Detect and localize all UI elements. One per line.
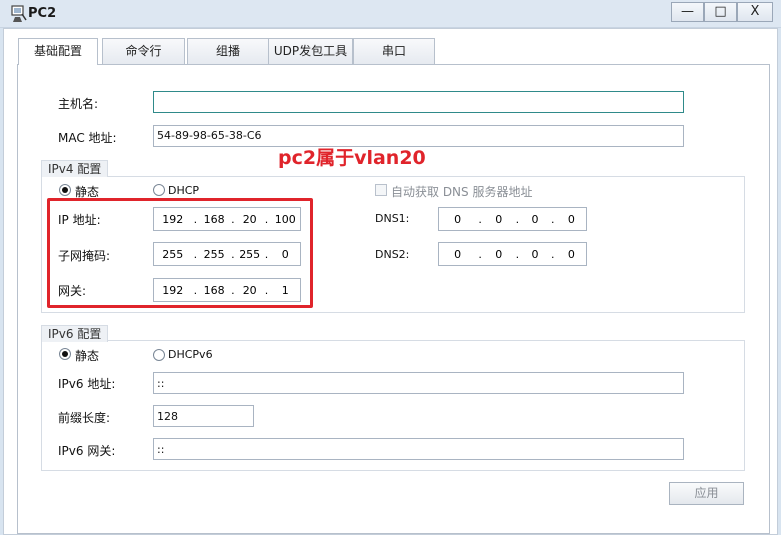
ipv6-static-label: 静态 bbox=[75, 349, 100, 363]
ipv6-gateway-label: IPv6 网关: bbox=[58, 444, 116, 458]
maximize-button[interactable]: □ bbox=[704, 2, 737, 22]
tab-command-line[interactable]: 命令行 bbox=[102, 38, 185, 64]
ipv6-gateway-input[interactable] bbox=[153, 438, 684, 460]
tab-udp-tool[interactable]: UDP发包工具 bbox=[268, 38, 353, 64]
window-title: PC2 bbox=[28, 6, 57, 21]
apply-button[interactable]: 应用 bbox=[669, 482, 744, 505]
minimize-button[interactable]: — bbox=[671, 2, 704, 22]
ipv6-static-radio[interactable] bbox=[59, 348, 71, 360]
annotation-highlight-box bbox=[47, 198, 313, 308]
close-button[interactable]: X bbox=[737, 2, 773, 22]
ipv4-static-radio[interactable] bbox=[59, 184, 71, 196]
dns1-input[interactable]: 0. 0. 0. 0 bbox=[438, 207, 587, 231]
ipv4-dhcp-radio[interactable] bbox=[153, 184, 165, 196]
hostname-label: 主机名: bbox=[58, 97, 99, 111]
ipv6-dhcpv6-label: DHCPv6 bbox=[168, 348, 213, 361]
ipv4-dhcp-label: DHCP bbox=[168, 184, 200, 197]
prefix-length-input[interactable] bbox=[153, 405, 254, 427]
annotation-text: pc2属于vlan20 bbox=[278, 147, 426, 169]
title-bar: PC2 — □ X bbox=[0, 0, 781, 28]
tab-basic-config[interactable]: 基础配置 bbox=[18, 38, 98, 65]
tab-serial[interactable]: 串口 bbox=[353, 38, 435, 64]
ipv6-address-input[interactable] bbox=[153, 372, 684, 394]
auto-dns-label: 自动获取 DNS 服务器地址 bbox=[391, 185, 533, 199]
hostname-input[interactable] bbox=[153, 91, 684, 113]
pc-app-icon bbox=[11, 5, 27, 22]
ipv4-group-title: IPv4 配置 bbox=[41, 160, 109, 177]
dns2-label: DNS2: bbox=[375, 248, 410, 261]
auto-dns-checkbox[interactable] bbox=[375, 184, 387, 196]
dns1-label: DNS1: bbox=[375, 212, 410, 225]
ipv6-address-label: IPv6 地址: bbox=[58, 377, 116, 391]
dns2-input[interactable]: 0. 0. 0. 0 bbox=[438, 242, 587, 266]
mac-label: MAC 地址: bbox=[58, 131, 117, 145]
ipv6-dhcpv6-radio[interactable] bbox=[153, 349, 165, 361]
prefix-length-label: 前缀长度: bbox=[58, 411, 111, 425]
ipv6-group-title: IPv6 配置 bbox=[41, 325, 109, 342]
tab-multicast[interactable]: 组播 bbox=[187, 38, 269, 64]
